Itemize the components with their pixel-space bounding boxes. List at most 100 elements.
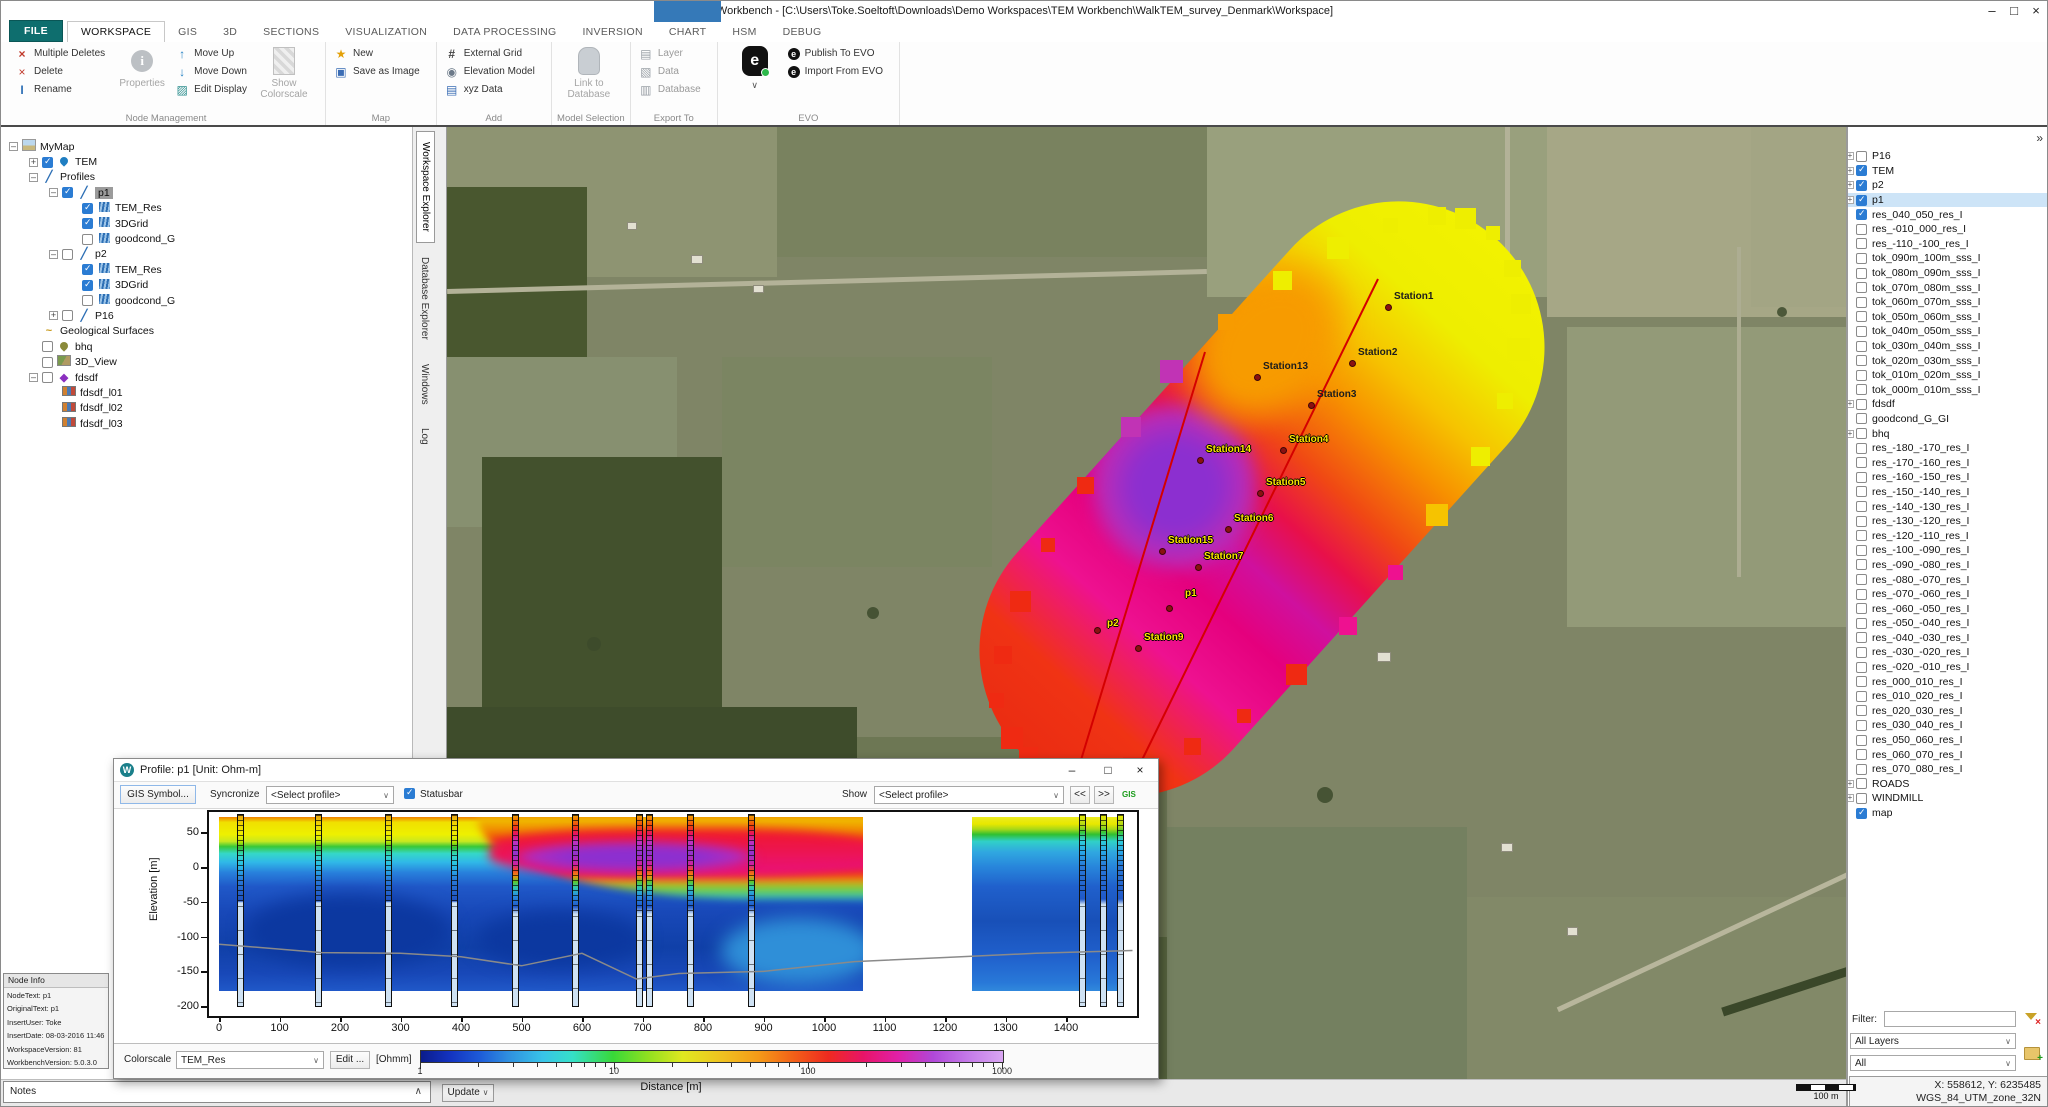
tree-checkbox[interactable] xyxy=(42,341,53,352)
layer-item-tok_060m_070m_sss_i[interactable]: tok_060m_070m_sss_I xyxy=(1848,295,2048,310)
station-dot-station13[interactable] xyxy=(1254,374,1261,381)
save-as-image-button[interactable]: ▣Save as Image xyxy=(334,64,420,79)
layer-checkbox[interactable] xyxy=(1856,355,1867,366)
layer-item-res_030_040_res_i[interactable]: res_030_040_res_I xyxy=(1848,718,2048,733)
station-dot-station5[interactable] xyxy=(1257,490,1264,497)
layer-item-p1[interactable]: +p1 xyxy=(1848,193,2048,208)
tree-checkbox[interactable] xyxy=(42,357,53,368)
layer-filter-select[interactable]: All Layers ∨ xyxy=(1850,1033,2016,1049)
show-profile-select[interactable]: <Select profile> ∨ xyxy=(874,786,1064,804)
layer-item-tok_080m_090m_sss_i[interactable]: tok_080m_090m_sss_I xyxy=(1848,266,2048,281)
layer-checkbox[interactable] xyxy=(1856,530,1867,541)
tree-checkbox[interactable] xyxy=(82,264,93,275)
layer-item-windmill[interactable]: +WINDMILL xyxy=(1848,791,2048,806)
synchronize-profile-select[interactable]: <Select profile> ∨ xyxy=(266,786,394,804)
tree-item-bhq[interactable]: bhq xyxy=(1,339,412,354)
tree-checkbox[interactable] xyxy=(62,310,73,321)
expand-icon[interactable]: + xyxy=(1846,167,1854,175)
tree-item-tem_res[interactable]: TEM_Res xyxy=(1,262,412,277)
tree-item-3dgrid[interactable]: 3DGrid xyxy=(1,278,412,293)
filter-clear-icon[interactable] xyxy=(2024,1012,2038,1024)
collapse-icon[interactable]: – xyxy=(9,142,18,151)
layer-checkbox[interactable] xyxy=(1856,384,1867,395)
layer-item-res_-060_-050_res_i[interactable]: res_-060_-050_res_I xyxy=(1848,601,2048,616)
layer-checkbox[interactable] xyxy=(1856,676,1867,687)
elevation-model-button[interactable]: ◉Elevation Model xyxy=(445,64,535,79)
layer-checkbox[interactable] xyxy=(1856,209,1867,220)
station-dot-station9[interactable] xyxy=(1135,645,1142,652)
previous-profile-button[interactable]: << xyxy=(1070,786,1090,804)
layer-checkbox[interactable] xyxy=(1856,516,1867,527)
layer-button[interactable]: ▤Layer xyxy=(639,46,701,61)
layer-item-tem[interactable]: +TEM xyxy=(1848,164,2048,179)
layer-item-tok_020m_030m_sss_i[interactable]: tok_020m_030m_sss_I xyxy=(1848,353,2048,368)
layer-item-res_-020_-010_res_i[interactable]: res_-020_-010_res_I xyxy=(1848,660,2048,675)
minimize-icon[interactable]: – xyxy=(1062,759,1082,781)
tab-visualization[interactable]: VISUALIZATION xyxy=(332,22,440,42)
station-dot-station1[interactable] xyxy=(1385,304,1392,311)
station-dot-station14[interactable] xyxy=(1197,457,1204,464)
move-up-button[interactable]: ↑Move Up xyxy=(175,46,247,61)
gis-symbol-button[interactable]: GIS Symbol... xyxy=(120,785,196,804)
restore-icon[interactable]: □ xyxy=(2003,1,2025,21)
layer-item-res_-040_-030_res_i[interactable]: res_-040_-030_res_I xyxy=(1848,631,2048,646)
side-tab-log[interactable]: Log xyxy=(416,418,433,455)
add-layer-group-icon[interactable] xyxy=(2024,1047,2040,1060)
layer-item-res_-070_-060_res_i[interactable]: res_-070_-060_res_I xyxy=(1848,587,2048,602)
tree-item-p16[interactable]: +╱P16 xyxy=(1,308,412,323)
layer-checkbox[interactable] xyxy=(1856,457,1867,468)
tree-checkbox[interactable] xyxy=(82,234,93,245)
tab-hsm[interactable]: HSM xyxy=(719,22,769,42)
layer-item-bhq[interactable]: +bhq xyxy=(1848,426,2048,441)
layer-item-res_020_030_res_i[interactable]: res_020_030_res_I xyxy=(1848,704,2048,719)
layer-checkbox[interactable] xyxy=(1856,662,1867,673)
layer-checkbox[interactable] xyxy=(1856,632,1867,643)
expand-icon[interactable]: + xyxy=(1846,152,1854,160)
xyz-data-button[interactable]: ▤xyz Data xyxy=(445,82,535,97)
layer-item-tok_070m_080m_sss_i[interactable]: tok_070m_080m_sss_I xyxy=(1848,280,2048,295)
layer-item-res_000_010_res_i[interactable]: res_000_010_res_I xyxy=(1848,674,2048,689)
layer-checkbox[interactable] xyxy=(1856,589,1867,600)
station-dot-station3[interactable] xyxy=(1308,402,1315,409)
layer-checkbox[interactable] xyxy=(1856,238,1867,249)
layer-item-fdsdf[interactable]: +fdsdf xyxy=(1848,397,2048,412)
expand-icon[interactable]: + xyxy=(1846,794,1854,802)
layer-checkbox[interactable] xyxy=(1856,297,1867,308)
station-dot-station7[interactable] xyxy=(1195,564,1202,571)
station-dot-station4[interactable] xyxy=(1280,447,1287,454)
layer-item-res_010_020_res_i[interactable]: res_010_020_res_I xyxy=(1848,689,2048,704)
layer-item-res_060_070_res_i[interactable]: res_060_070_res_I xyxy=(1848,747,2048,762)
layer-item-res_-090_-080_res_i[interactable]: res_-090_-080_res_I xyxy=(1848,558,2048,573)
collapse-icon[interactable]: – xyxy=(29,173,38,182)
layer-checkbox[interactable] xyxy=(1856,370,1867,381)
data-button[interactable]: ▧Data xyxy=(639,64,701,79)
layer-checkbox[interactable] xyxy=(1856,268,1867,279)
layer-checkbox[interactable] xyxy=(1856,705,1867,716)
close-icon[interactable]: × xyxy=(2025,1,2047,21)
layer-item-res_-010_000_res_i[interactable]: res_-010_000_res_I xyxy=(1848,222,2048,237)
tab-data-processing[interactable]: DATA PROCESSING xyxy=(440,22,569,42)
layer-item-p2[interactable]: +p2 xyxy=(1848,178,2048,193)
expand-icon[interactable]: + xyxy=(29,158,38,167)
tree-checkbox[interactable] xyxy=(82,280,93,291)
properties-button[interactable]: iProperties xyxy=(113,46,171,89)
edit-display-button[interactable]: ▨Edit Display xyxy=(175,82,247,97)
statusbar-checkbox[interactable] xyxy=(404,788,415,799)
tab-inversion[interactable]: INVERSION xyxy=(569,22,655,42)
layer-checkbox[interactable] xyxy=(1856,618,1867,629)
tree-checkbox[interactable] xyxy=(42,372,53,383)
layer-checkbox[interactable] xyxy=(1856,486,1867,497)
station-dot-station2[interactable] xyxy=(1349,360,1356,367)
layer-checkbox[interactable] xyxy=(1856,793,1867,804)
expand-icon[interactable]: + xyxy=(49,311,58,320)
layer-item-p16[interactable]: +P16 xyxy=(1848,149,2048,164)
tab-3d[interactable]: 3D xyxy=(210,22,250,42)
expand-icon[interactable]: + xyxy=(1846,430,1854,438)
cross-section-plot[interactable] xyxy=(207,810,1139,1018)
tree-checkbox[interactable] xyxy=(82,218,93,229)
layer-item-tok_000m_010m_sss_i[interactable]: tok_000m_010m_sss_I xyxy=(1848,383,2048,398)
maximize-icon[interactable]: □ xyxy=(1098,759,1118,781)
expand-icon[interactable]: + xyxy=(1846,400,1854,408)
layer-item-res_050_060_res_i[interactable]: res_050_060_res_I xyxy=(1848,733,2048,748)
layer-checkbox[interactable] xyxy=(1856,720,1867,731)
